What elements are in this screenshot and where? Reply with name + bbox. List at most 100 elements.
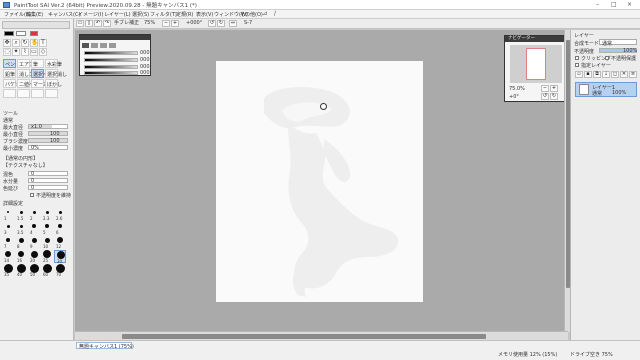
rotation-value[interactable]: +000°	[186, 20, 202, 27]
brush-size-preset[interactable]: 2.3	[41, 208, 53, 221]
menu-select[interactable]: 選択(S)	[132, 11, 149, 18]
brush-size-preset[interactable]: 70	[54, 263, 66, 277]
eyedropper-icon[interactable]: ⌇	[21, 48, 29, 56]
brush-size-preset[interactable]: 25	[41, 250, 53, 263]
brush-marker[interactable]: マーカー	[31, 79, 53, 88]
channel-slider-1[interactable]	[84, 51, 138, 55]
pin-icon[interactable]: ⊿	[262, 11, 268, 17]
merge-layer-icon[interactable]: ⇣	[602, 71, 610, 78]
zoom-in-icon[interactable]: +	[171, 20, 179, 27]
brush-brush[interactable]: 筆	[31, 59, 44, 68]
move-tool-icon[interactable]: ✥	[3, 39, 11, 47]
magic-wand-icon[interactable]: ✦	[12, 48, 20, 56]
brush-bucket[interactable]: バケツ	[3, 79, 20, 88]
brush-size-preset[interactable]: 4	[28, 222, 40, 235]
navigator-rotate-left-icon[interactable]: ↺	[541, 93, 549, 100]
menu-filter[interactable]: フィルタ(T)	[150, 11, 177, 18]
rotate-tool-icon[interactable]: ↻	[21, 39, 29, 47]
navigator-title[interactable]: ナビゲーター	[505, 36, 565, 42]
redo-icon[interactable]: ↷	[103, 20, 111, 27]
brush-size-preset[interactable]: 5	[41, 222, 53, 235]
menu-view[interactable]: 表示(V)	[196, 11, 213, 18]
brush-size-preset[interactable]: 40	[15, 263, 27, 277]
brush-size-preset[interactable]: 8	[15, 236, 27, 249]
layer-item-1[interactable]: レイヤー1 通常 100%	[575, 82, 637, 97]
brush-size-preset[interactable]: 16	[15, 250, 27, 263]
blend-mode-select[interactable]: 通常	[599, 39, 637, 47]
color-window-header[interactable]	[80, 35, 150, 40]
minimize-icon[interactable]: –	[596, 1, 599, 8]
brush-size-preset[interactable]: 7	[2, 236, 14, 249]
protect-checkbox[interactable]	[605, 56, 609, 60]
brush-pencil[interactable]: 鉛筆	[3, 69, 16, 78]
brush-size-preset[interactable]: 12	[54, 236, 66, 249]
keep-opacity-checkbox[interactable]	[30, 193, 34, 197]
navigator-preview[interactable]	[510, 45, 562, 83]
close-icon[interactable]: ×	[627, 1, 632, 8]
lasso-tool-icon[interactable]: ◌	[3, 48, 11, 56]
brush-size-preset[interactable]: 6	[54, 222, 66, 235]
zoom-tool-icon[interactable]: ⌕	[12, 39, 20, 47]
stabilizer-value[interactable]: S-7	[244, 20, 252, 27]
menu-image[interactable]: イメージ(I)	[78, 11, 103, 18]
zoom-value[interactable]: 75%	[144, 20, 155, 27]
channel-slider-4[interactable]	[84, 71, 138, 75]
rgb-mode-icon[interactable]	[82, 43, 89, 48]
min-size-slider[interactable]	[28, 131, 68, 136]
copy-layer-icon[interactable]: ⧉	[593, 71, 601, 78]
hsv-mode-icon[interactable]	[91, 43, 98, 48]
brush-size-preset[interactable]: 1.5	[15, 208, 27, 221]
brush-size-preset[interactable]: 3	[2, 222, 14, 235]
new-folder-icon[interactable]: ▪	[584, 71, 592, 78]
rotate-right-icon[interactable]: ↻	[217, 20, 225, 27]
horizontal-scrollbar[interactable]	[75, 331, 568, 340]
menu-canvas[interactable]: キャンバス(C)	[48, 11, 80, 18]
layer-menu-icon[interactable]: ≡	[629, 71, 637, 78]
brush-selpen[interactable]: 選択ペン	[31, 69, 53, 78]
menu-layer[interactable]: レイヤー(L)	[104, 11, 131, 18]
channel-slider-3[interactable]	[84, 65, 138, 69]
brush-slot-16[interactable]	[45, 89, 58, 98]
density-slider[interactable]	[28, 138, 68, 143]
brush-size-preset[interactable]: 1	[2, 208, 14, 221]
brush-seleraser[interactable]: 選択消し	[45, 69, 67, 78]
brush-size-preset[interactable]: 14	[2, 250, 14, 263]
brush-eraser[interactable]: 消しゴム	[17, 69, 39, 78]
brush-size-preset[interactable]: 2.6	[54, 208, 66, 221]
brush-binary[interactable]: 二値ペン	[17, 79, 39, 88]
secondary-color-swatch[interactable]	[16, 31, 26, 36]
navigator-zoom-out-icon[interactable]: −	[541, 85, 549, 92]
channel-slider-2[interactable]	[84, 58, 138, 62]
brush-pen[interactable]: ペン	[3, 59, 16, 68]
hand-tool-icon[interactable]: ✋	[30, 39, 38, 47]
text-tool-icon[interactable]: T	[39, 39, 47, 47]
color-panel-tabs[interactable]	[2, 21, 70, 29]
maximize-icon[interactable]: □	[611, 1, 617, 8]
red-swatch[interactable]	[30, 31, 38, 36]
brush-slot-13[interactable]	[3, 89, 16, 98]
clear-layer-icon[interactable]: ◻	[611, 71, 619, 78]
brush-slot-15[interactable]	[31, 89, 44, 98]
clipping-checkbox[interactable]	[575, 56, 579, 60]
zoom-out-icon[interactable]: −	[162, 20, 170, 27]
slash-icon[interactable]: /	[272, 11, 278, 17]
swatch-mode-icon[interactable]	[109, 43, 116, 48]
menu-ruler[interactable]: 定規(R)	[176, 11, 193, 18]
flip-icon[interactable]: ⇔	[229, 20, 237, 27]
brush-size-preset[interactable]: 35	[2, 263, 14, 277]
menu-edit[interactable]: 編集(E)	[26, 11, 43, 18]
texture-section-label[interactable]: 【テクスチャなし】	[3, 162, 48, 169]
navigator-zoom-value[interactable]: 75.0%	[509, 86, 525, 92]
brush-size-preset[interactable]: 50	[28, 263, 40, 277]
rotate-left-icon[interactable]: ↺	[208, 20, 216, 27]
brush-size-preset[interactable]: 9	[28, 236, 40, 249]
selection-source-checkbox[interactable]	[575, 63, 579, 67]
brush-size-preset[interactable]: 30	[54, 250, 66, 264]
canvas-paper[interactable]	[216, 61, 423, 302]
navigator-viewport[interactable]	[526, 48, 546, 80]
blend-section-label[interactable]: 【通常の円形】	[3, 155, 38, 162]
brush-watercolor[interactable]: 水彩筆	[45, 59, 62, 68]
brush-blur[interactable]: ぼかし	[45, 79, 62, 88]
new-layer-icon[interactable]: ▫	[575, 71, 583, 78]
brush-size-preset[interactable]: 60	[41, 263, 53, 277]
